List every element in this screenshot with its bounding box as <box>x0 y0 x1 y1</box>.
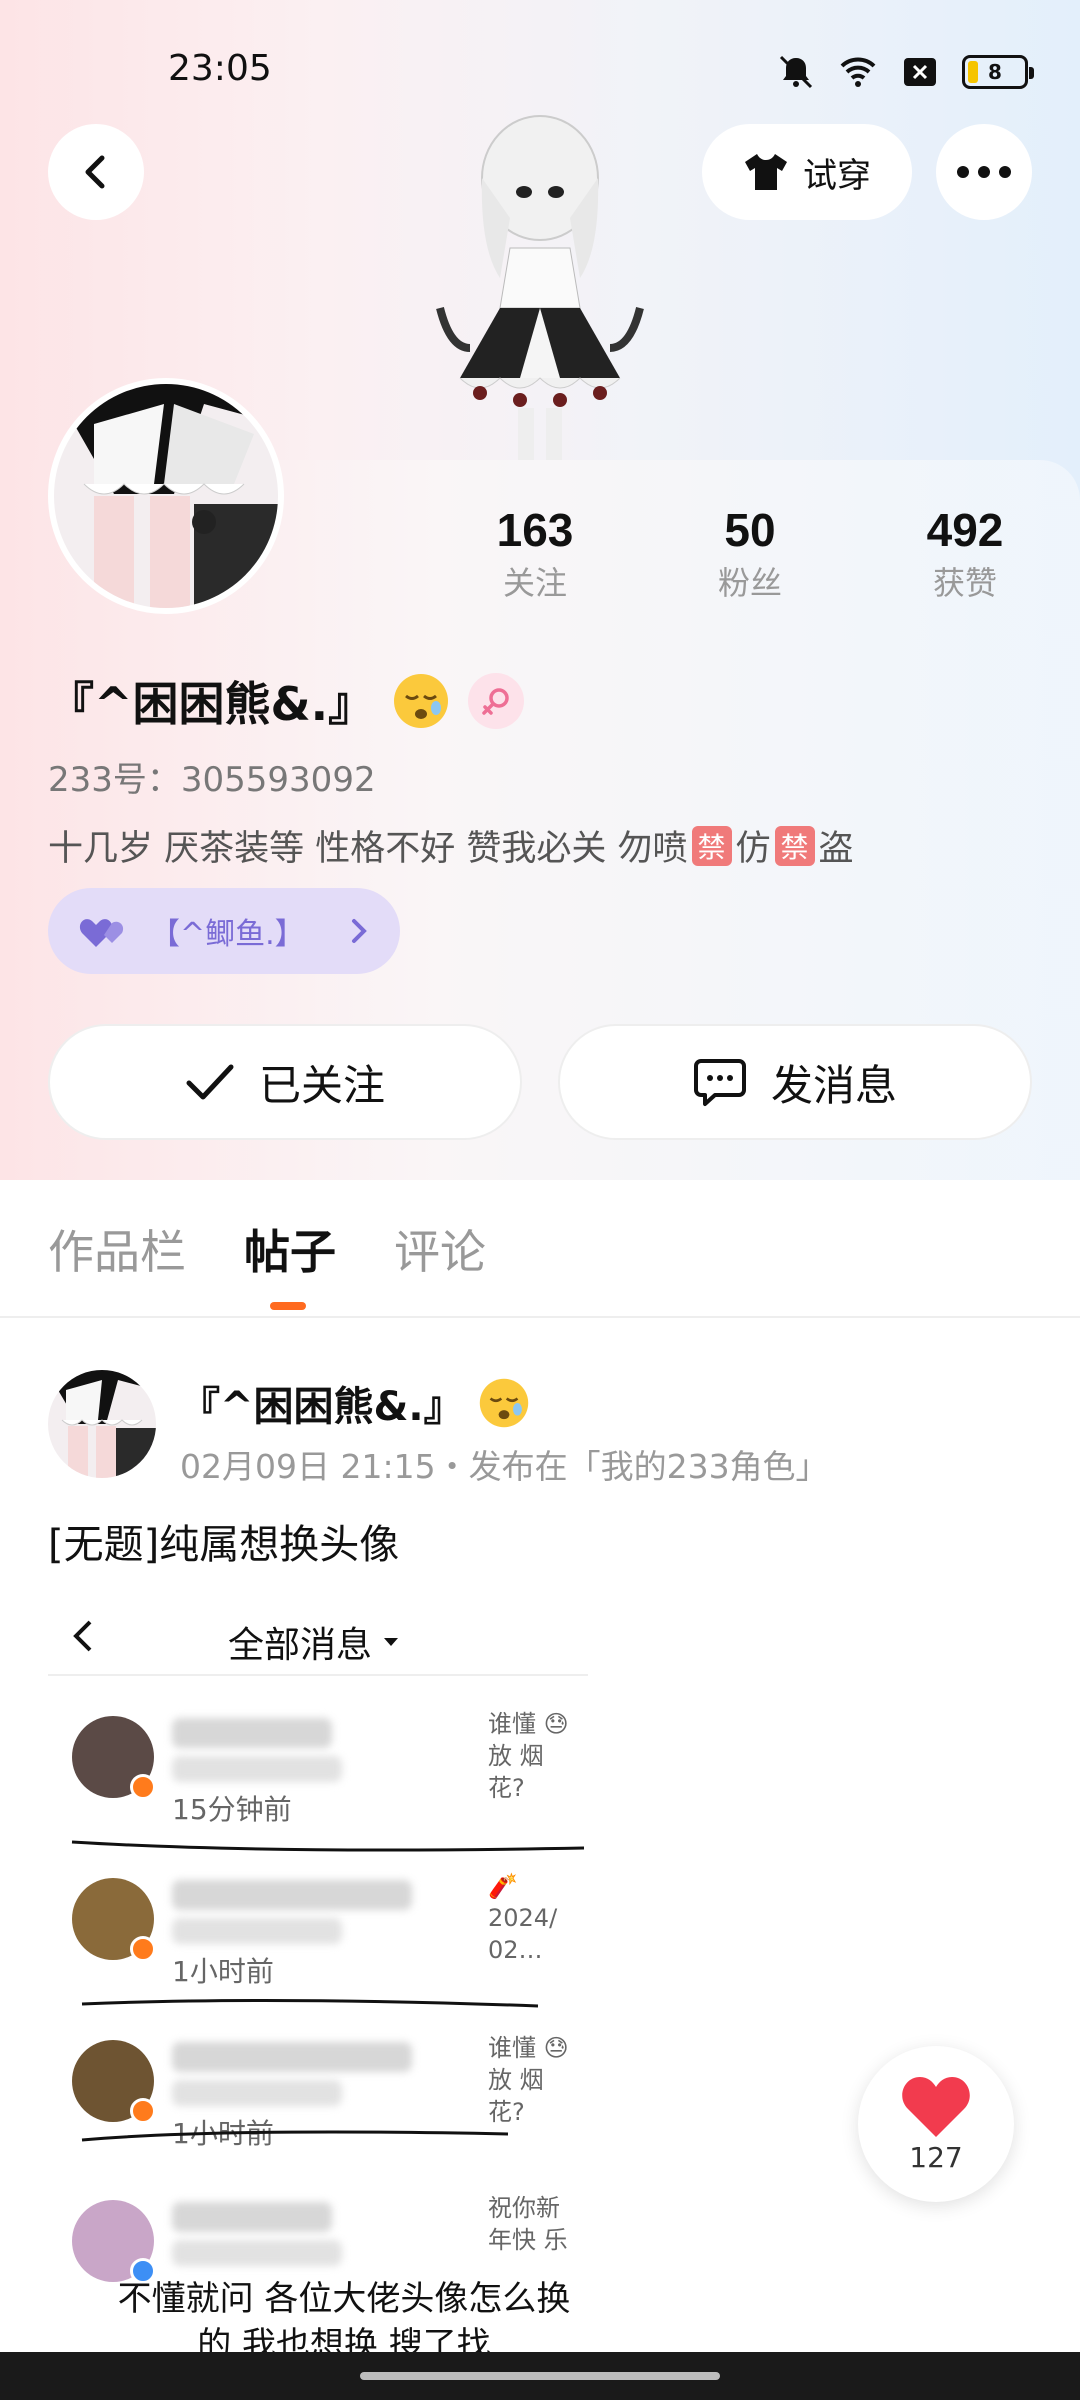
stat-label: 关注 <box>502 564 567 602</box>
like-button[interactable]: 127 <box>858 2046 1014 2202</box>
double-heart-icon <box>79 919 124 947</box>
item-time: 1小时前 <box>172 1955 274 1988</box>
bio: 十几岁 厌茶装等 性格不好 赞我必关 勿喷 禁 仿 禁 盗 <box>48 820 854 871</box>
stat-followers[interactable]: 50 粉丝 <box>675 500 825 606</box>
heart-icon <box>902 2076 970 2137</box>
stat-label: 粉丝 <box>717 564 782 602</box>
post-author-avatar[interactable] <box>48 1370 156 1478</box>
active-tab-indicator <box>270 1302 306 1310</box>
like-count: 127 <box>909 2140 963 2174</box>
chat-bubble-icon <box>693 1059 746 1106</box>
female-gender-badge <box>468 673 525 729</box>
avatar <box>72 1716 156 1800</box>
mute-icon <box>779 55 813 89</box>
post-author-row: 『^困困熊&.』 <box>180 1374 530 1432</box>
wifi-icon <box>840 57 876 87</box>
stat-likes[interactable]: 492 获赞 <box>890 500 1040 606</box>
chevron-left-icon <box>73 1620 92 1652</box>
forbidden-badge: 禁 <box>774 825 815 866</box>
post-meta: 02月09日 21:15・发布在「我的233角色」 <box>180 1447 829 1486</box>
send-message-label: 发消息 <box>770 1060 897 1110</box>
more-dots-icon <box>957 166 1011 178</box>
embed-title: 全部消息 <box>228 1616 400 1668</box>
list-item: 1小时前 谁懂 😓放 烟花? <box>48 2020 588 2170</box>
female-icon <box>482 688 509 715</box>
tab-works[interactable]: 作品栏 <box>48 1216 186 1282</box>
battery-indicator: 8 <box>962 55 1034 89</box>
stat-following[interactable]: 163 关注 <box>460 500 610 606</box>
stat-number: 50 <box>724 504 776 556</box>
chevron-left-icon <box>85 155 105 189</box>
profile-tabs: 作品栏 帖子 评论 <box>0 1180 1080 1320</box>
avatar-image <box>48 1370 156 1478</box>
bio-text: 十几岁 厌茶装等 性格不好 赞我必关 勿喷 <box>48 829 688 869</box>
item-preview: 谁懂 😓放 烟花? <box>488 1710 569 1802</box>
nickname: 『^困困熊&.』 <box>48 677 375 731</box>
scribble-line <box>71 1840 585 1852</box>
more-options-button[interactable] <box>936 124 1032 220</box>
stat-number: 492 <box>926 504 1004 556</box>
scribble-line <box>81 2130 509 2142</box>
check-icon <box>186 1064 234 1100</box>
tab-comments[interactable]: 评论 <box>394 1216 486 1282</box>
back-button[interactable] <box>48 124 144 220</box>
bio-text: 仿 <box>735 829 771 869</box>
post-image[interactable]: 全部消息 15分钟前 谁懂 😓放 烟花? 1小时前 🧨2024/ 02… 1小时… <box>48 1596 588 2356</box>
embed-header: 全部消息 <box>48 1596 588 1676</box>
stat-number: 163 <box>496 504 574 556</box>
tab-posts[interactable]: 帖子 <box>244 1216 336 1282</box>
item-preview: 🧨2024/ 02… <box>488 1872 558 1964</box>
forbidden-badge: 禁 <box>691 825 732 866</box>
status-time: 23:05 <box>168 48 272 89</box>
embed-caption: 不懂就问 各位大佬头像怎么换的 我也想换 搜了找 <box>117 2279 571 2356</box>
try-on-button[interactable]: 试穿 <box>702 124 912 220</box>
avatar-character-image <box>436 115 644 460</box>
profile-stats: 163 关注 50 粉丝 492 获赞 <box>460 500 1040 606</box>
avatar <box>72 1878 156 1962</box>
status-icons: 8 <box>776 52 1034 92</box>
avatar <box>72 2040 156 2124</box>
embed-title-text: 全部消息 <box>228 1625 373 1666</box>
send-message-button[interactable]: 发消息 <box>558 1024 1032 1140</box>
chevron-right-icon <box>352 919 367 943</box>
post-author-name[interactable]: 『^困困熊&.』 <box>180 1374 464 1432</box>
following-button[interactable]: 已关注 <box>48 1024 522 1140</box>
list-item: 15分钟前 谁懂 😓放 烟花? <box>48 1696 588 1846</box>
sleepy-face-icon <box>479 1378 528 1428</box>
no-sim-icon <box>904 58 936 86</box>
post-title[interactable]: [无题]纯属想换头像 <box>48 1512 399 1570</box>
profile-avatar[interactable] <box>48 378 284 614</box>
cp-partner-name: 【^鲫鱼.】 <box>150 917 305 952</box>
list-item: 1小时前 🧨2024/ 02… <box>48 1858 588 2008</box>
caret-down-icon <box>384 1638 399 1646</box>
nickname-row: 『^困困熊&.』 <box>48 668 525 734</box>
item-preview: 祝你新 年快 乐 <box>488 2194 568 2254</box>
following-label: 已关注 <box>258 1060 385 1110</box>
avatar-image <box>54 384 278 608</box>
scribble-line <box>81 1998 539 2008</box>
stat-label: 获赞 <box>932 564 997 602</box>
sleepy-face-icon <box>394 674 449 728</box>
tshirt-icon <box>745 154 787 190</box>
avatar <box>72 2200 156 2284</box>
cp-relation-pill[interactable]: 【^鲫鱼.】 <box>48 888 400 974</box>
home-gesture-pill[interactable] <box>360 2372 720 2380</box>
item-time: 15分钟前 <box>172 1793 292 1826</box>
try-on-label: 试穿 <box>803 155 871 196</box>
divider <box>0 1316 1080 1318</box>
system-navigation-bar <box>0 2352 1080 2400</box>
user-id: 233号：305593092 <box>48 760 376 800</box>
item-preview: 谁懂 😓放 烟花? <box>488 2034 569 2126</box>
bio-text: 盗 <box>818 829 854 869</box>
